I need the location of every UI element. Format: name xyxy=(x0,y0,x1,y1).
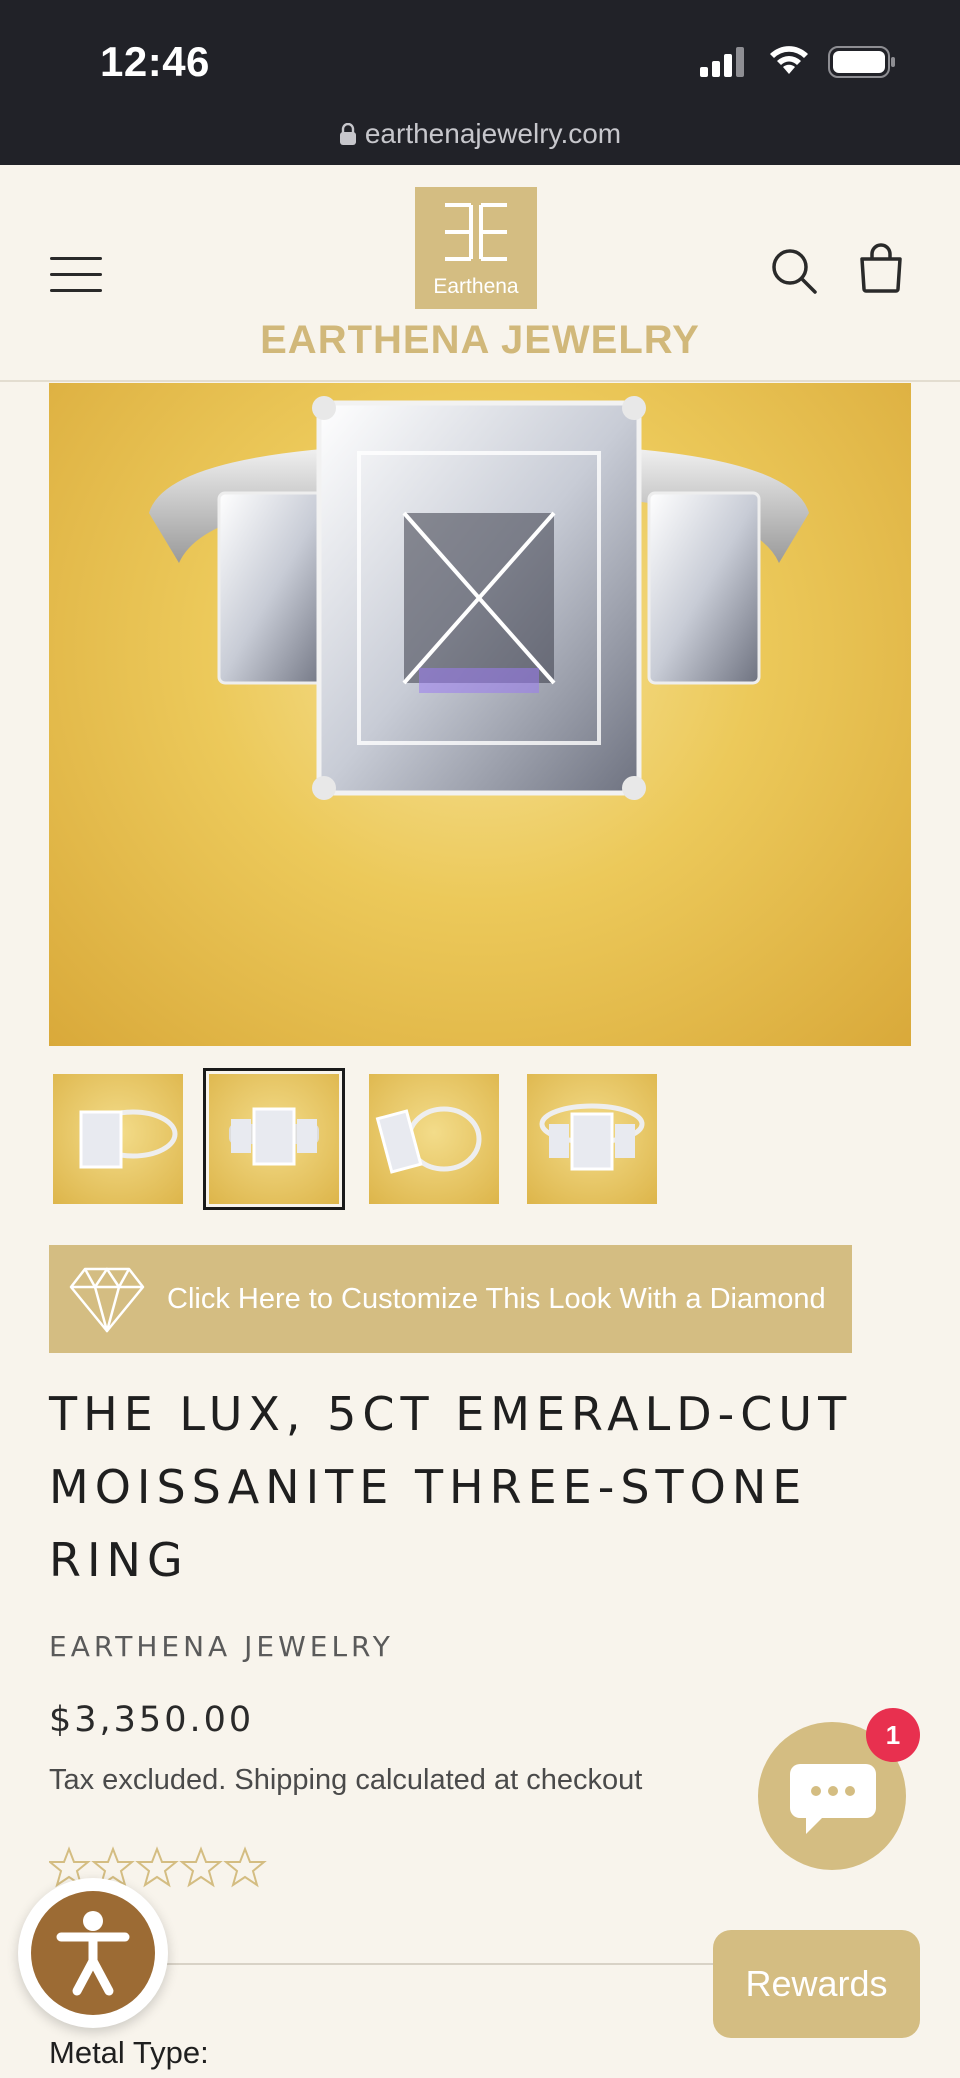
accessibility-icon xyxy=(56,1911,130,1996)
status-time: 12:46 xyxy=(100,38,210,85)
thumbnail-1[interactable] xyxy=(53,1074,183,1204)
chat-button[interactable]: 1 xyxy=(758,1708,920,1870)
search-icon[interactable] xyxy=(770,247,818,295)
product-title-line: RING xyxy=(49,1533,189,1587)
cart-icon[interactable] xyxy=(858,243,904,293)
signal-icon xyxy=(700,47,744,77)
star-icon xyxy=(179,1846,223,1888)
battery-icon xyxy=(828,46,895,78)
customize-diamond-button[interactable]: Click Here to Customize This Look With a… xyxy=(49,1245,852,1353)
thumbnail-3[interactable] xyxy=(369,1074,499,1204)
chat-bubble-icon xyxy=(790,1764,876,1834)
chat-badge: 1 xyxy=(866,1708,920,1762)
thumbnail-4[interactable] xyxy=(527,1074,657,1204)
star-icon xyxy=(135,1846,179,1888)
logo-mark-icon xyxy=(445,203,507,261)
wifi-icon xyxy=(770,46,808,74)
product-vendor[interactable]: EARTHENA JEWELRY xyxy=(49,1630,394,1663)
logo[interactable]: Earthena xyxy=(415,187,537,309)
metal-type-label: Metal Type: xyxy=(49,2035,209,2070)
product-price: $3,350.00 xyxy=(49,1700,255,1740)
url-bar[interactable]: earthenajewelry.com xyxy=(0,118,960,150)
product-title-line: THE LUX, 5CT EMERALD-CUT xyxy=(49,1387,853,1441)
logo-small-text: Earthena xyxy=(433,275,519,298)
diamond-icon xyxy=(69,1267,145,1333)
status-bar: 12:46 earthenajewelry.com xyxy=(0,0,960,165)
star-icon xyxy=(223,1846,267,1888)
ring-illustration xyxy=(149,396,809,800)
thumbnail-2[interactable] xyxy=(203,1068,345,1210)
url-text: earthenajewelry.com xyxy=(364,118,622,149)
rewards-button[interactable]: Rewards xyxy=(713,1930,920,2038)
product-main-image[interactable] xyxy=(49,383,911,1046)
site-header: Earthena EARTHENA JEWELRY xyxy=(0,165,960,382)
customize-label: Click Here to Customize This Look With a… xyxy=(167,1283,826,1315)
lock-icon xyxy=(339,123,356,145)
menu-icon[interactable] xyxy=(50,257,102,292)
product-title: THE LUX, 5CT EMERALD-CUT MOISSANITE THRE… xyxy=(49,1378,929,1597)
accessibility-button[interactable] xyxy=(18,1878,168,2028)
logo-name[interactable]: EARTHENA JEWELRY xyxy=(0,318,960,363)
tax-note: Tax excluded. Shipping calculated at che… xyxy=(49,1764,643,1796)
product-title-line: MOISSANITE THREE-STONE xyxy=(49,1460,808,1514)
